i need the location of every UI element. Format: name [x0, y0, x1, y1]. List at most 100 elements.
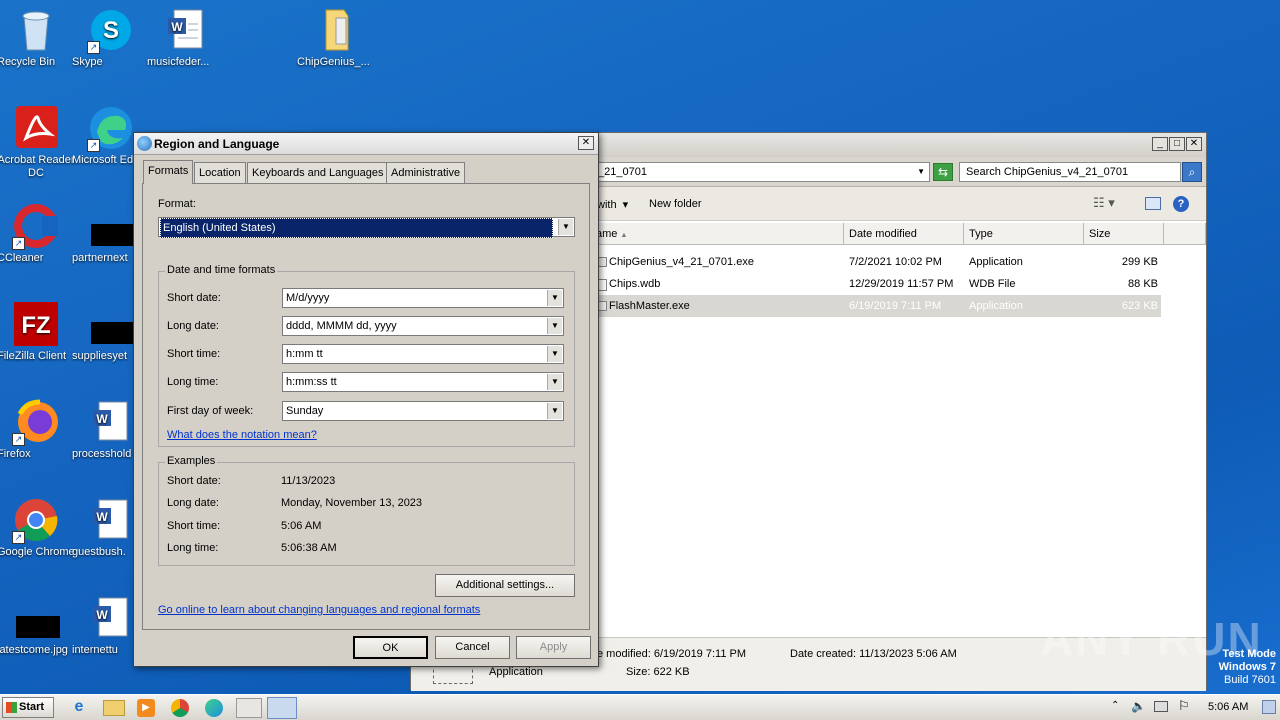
search-input[interactable]: Search ChipGenius_v4_21_0701: [959, 162, 1181, 182]
long-time-value: h:mm:ss tt: [286, 376, 337, 388]
dialog-titlebar[interactable]: Region and Language ✕: [134, 133, 598, 155]
maximize-button[interactable]: □: [1169, 137, 1185, 151]
dialog-title: Region and Language: [154, 137, 280, 151]
help-icon[interactable]: ?: [1173, 196, 1189, 212]
format-select[interactable]: English (United States) ▼: [158, 217, 575, 238]
preview-pane-icon[interactable]: [1145, 197, 1161, 210]
chevron-down-icon[interactable]: ▼: [547, 346, 562, 362]
table-row[interactable]: ChipGenius_v4_21_0701.exe 7/2/2021 10:02…: [591, 251, 1161, 273]
svg-text:W: W: [96, 510, 108, 524]
desktop-icon-firefox[interactable]: ↗ Firefox: [0, 398, 75, 460]
refresh-icon[interactable]: ⇆: [933, 163, 953, 181]
application-icon: [433, 664, 473, 684]
column-header-empty: [1164, 223, 1206, 245]
search-icon[interactable]: ⌕: [1182, 162, 1202, 182]
svg-text:W: W: [171, 20, 183, 34]
folder-icon[interactable]: [103, 700, 125, 716]
edge-icon[interactable]: [205, 699, 223, 717]
svg-text:W: W: [96, 608, 108, 622]
new-folder-button[interactable]: New folder: [649, 198, 702, 210]
chevron-down-icon[interactable]: ▼: [558, 219, 573, 235]
additional-settings-button[interactable]: Additional settings...: [435, 574, 575, 597]
desktop-icon-musicfeder[interactable]: W musicfeder...: [147, 6, 225, 68]
media-player-icon[interactable]: ▶: [137, 699, 155, 717]
svg-text:S: S: [103, 17, 119, 44]
desktop-icon-ccleaner[interactable]: ↗ CCleaner: [0, 202, 75, 264]
example-long-time-value: 5:06:38 AM: [281, 542, 337, 554]
tab-formats[interactable]: Formats: [143, 160, 194, 184]
first-day-of-week-label: First day of week:: [167, 405, 254, 417]
open-with-button[interactable]: with ▾: [597, 198, 628, 211]
long-date-select[interactable]: dddd, MMMM dd, yyyy ▼: [282, 316, 564, 336]
short-time-select[interactable]: h:mm tt ▼: [282, 344, 564, 364]
internet-explorer-icon[interactable]: e: [68, 698, 90, 718]
apply-button[interactable]: Apply: [516, 636, 591, 659]
show-hidden-icons-icon[interactable]: ⌃: [1111, 700, 1119, 711]
details-type: Application: [489, 666, 543, 678]
notation-help-link[interactable]: What does the notation mean?: [167, 429, 317, 441]
start-button[interactable]: Start: [2, 697, 54, 718]
file-name: ChipGenius_v4_21_0701.exe: [609, 256, 754, 268]
column-header-name[interactable]: ame ▲: [591, 223, 844, 245]
column-header-size[interactable]: Size: [1084, 223, 1164, 245]
clock[interactable]: 5:06 AM: [1208, 701, 1248, 713]
table-row[interactable]: Chips.wdb 12/29/2019 11:57 PM WDB File 8…: [591, 273, 1161, 295]
desktop-icon-latestcome[interactable]: latestcome.jpg: [0, 594, 75, 656]
black-file-icon: [12, 594, 60, 642]
chrome-icon: ↗: [12, 496, 60, 544]
network-icon[interactable]: [1154, 701, 1168, 712]
skype-icon: S ↗: [87, 6, 135, 54]
table-row-selected[interactable]: FlashMaster.exe 6/19/2019 7:11 PM Applic…: [591, 295, 1161, 317]
column-header-date[interactable]: Date modified: [844, 223, 964, 245]
desktop-icon-chipgenius-folder[interactable]: ChipGenius_...: [297, 6, 375, 68]
region-language-dialog[interactable]: Region and Language ✕ Formats Location K…: [133, 132, 599, 667]
edge-icon: ↗: [87, 104, 135, 152]
chevron-down-icon[interactable]: ▼: [547, 290, 562, 306]
open-with-label: with: [597, 199, 617, 211]
desktop-icon-chrome[interactable]: ↗ Google Chrome: [0, 496, 75, 558]
chevron-down-icon[interactable]: ▼: [547, 403, 562, 419]
file-size: 88 KB: [1128, 278, 1158, 290]
desktop-icon-filezilla[interactable]: FZ FileZilla Client: [0, 300, 75, 362]
file-type: Application: [969, 256, 1023, 268]
region-language-task-icon[interactable]: [267, 697, 297, 719]
chevron-down-icon[interactable]: ▼: [547, 318, 562, 334]
online-help-link[interactable]: Go online to learn about changing langua…: [158, 604, 480, 616]
sort-ascending-icon: ▲: [620, 232, 628, 239]
desktop-icon-skype[interactable]: S ↗ Skype: [72, 6, 150, 68]
flag-icon[interactable]: ⚐: [1178, 698, 1190, 714]
file-size: 623 KB: [1121, 300, 1158, 312]
details-size: Size: 622 KB: [626, 666, 690, 678]
test-mode-text: Test Mode Windows 7 Build 7601: [1190, 648, 1276, 687]
tab-keyboards-languages[interactable]: Keyboards and Languages: [247, 162, 389, 183]
chrome-icon[interactable]: [171, 699, 189, 717]
show-desktop-button[interactable]: [1262, 700, 1276, 714]
short-date-select[interactable]: M/d/yyyy ▼: [282, 288, 564, 308]
long-time-select[interactable]: h:mm:ss tt ▼: [282, 372, 564, 392]
word-document-icon: W: [87, 398, 135, 446]
close-icon[interactable]: ✕: [578, 136, 594, 150]
column-header-type[interactable]: Type: [964, 223, 1084, 245]
chevron-down-icon[interactable]: ▼: [917, 163, 925, 181]
view-options-icon[interactable]: ☷ ▾: [1093, 195, 1115, 211]
cancel-button[interactable]: Cancel: [435, 636, 510, 659]
speaker-icon[interactable]: 🔈: [1131, 699, 1146, 713]
examples-group: Examples Short date: 11/13/2023 Long dat…: [158, 455, 575, 566]
desktop-icon-acrobat[interactable]: Acrobat Reader DC: [0, 104, 75, 179]
drive-icon[interactable]: [236, 698, 262, 718]
word-document-icon: W: [87, 594, 135, 642]
format-label: Format:: [158, 198, 196, 210]
file-date: 12/29/2019 11:57 PM: [849, 278, 954, 290]
tab-administrative[interactable]: Administrative: [386, 162, 466, 183]
date-time-formats-label: Date and time formats: [165, 264, 278, 276]
tab-location[interactable]: Location: [194, 162, 246, 183]
close-button[interactable]: ✕: [1186, 137, 1202, 151]
chevron-down-icon[interactable]: ▼: [547, 374, 562, 390]
windows-logo-icon: [6, 702, 17, 713]
address-field[interactable]: _21_0701 ▼: [597, 162, 930, 182]
ok-button[interactable]: OK: [353, 636, 428, 659]
minimize-button[interactable]: _: [1152, 137, 1168, 151]
first-day-of-week-select[interactable]: Sunday ▼: [282, 401, 564, 421]
desktop-icon-recycle-bin[interactable]: Recycle Bin: [0, 6, 75, 68]
column-header-name-label: ame: [596, 228, 618, 240]
